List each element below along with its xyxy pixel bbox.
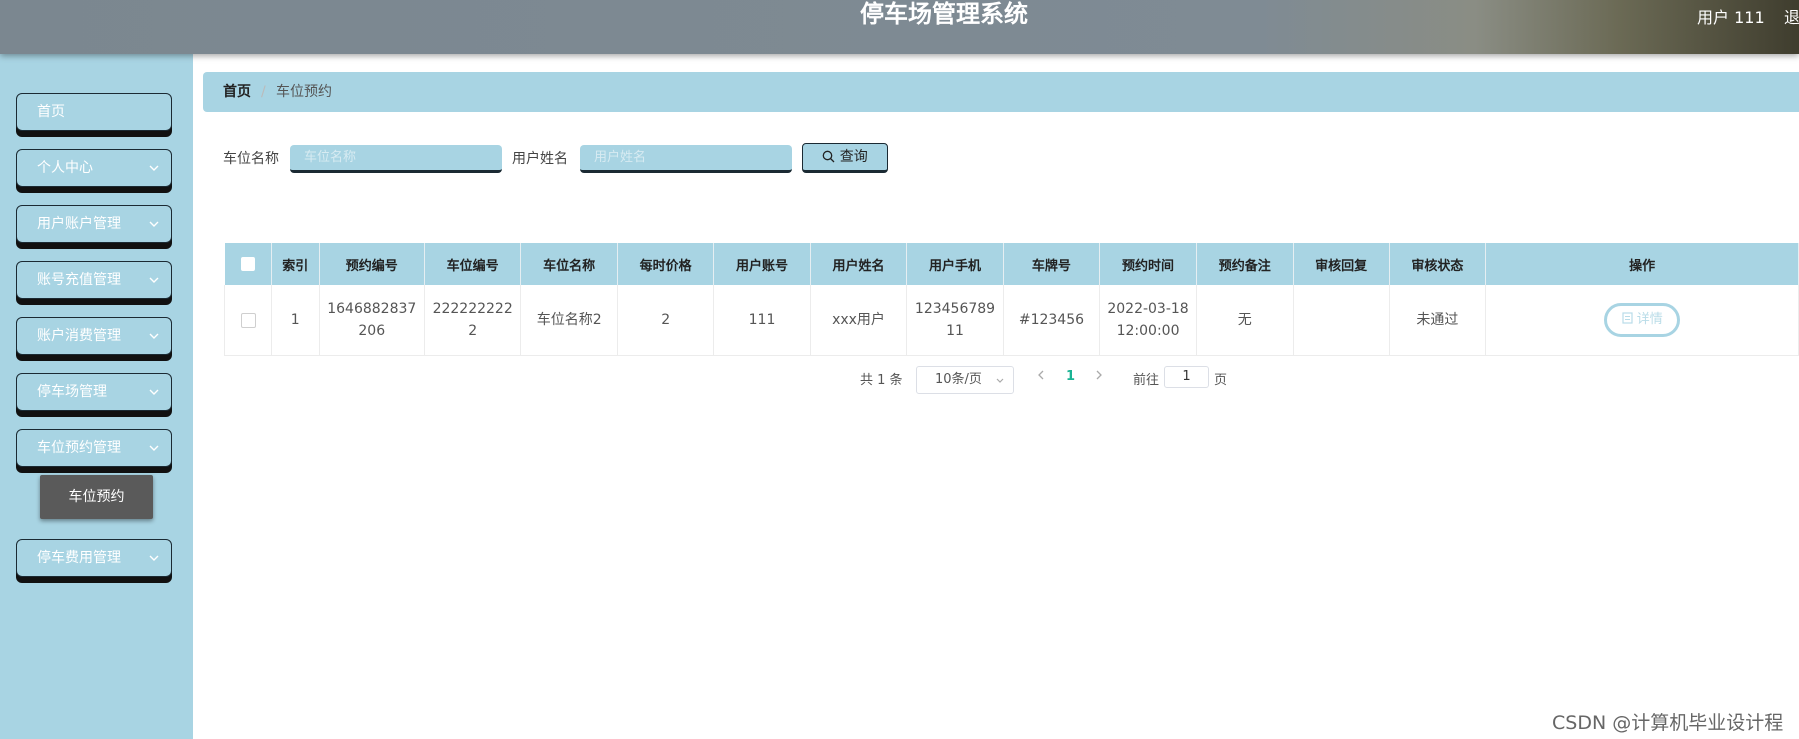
document-icon [1621,312,1633,324]
column-header: 审核状态 [1389,243,1487,285]
cell-status: 未通过 [1389,285,1487,356]
page-number-current[interactable]: 1 [1066,369,1075,384]
next-page-icon[interactable] [1094,369,1104,381]
chevron-down-icon [149,555,159,561]
chevron-down-icon [149,221,159,227]
column-header: 用户姓名 [810,243,908,285]
column-header: 预约时间 [1099,243,1197,285]
pagination-total: 共 1 条 [860,373,903,388]
column-header: 审核回复 [1293,243,1390,285]
table-header-row: 索引 预约编号 车位编号 车位名称 每时价格 用户账号 用户姓名 用户手机 车牌… [224,243,1799,285]
cell-space-no: 2222222222 [424,285,522,356]
user-name-input[interactable] [580,145,792,173]
search-button[interactable]: 查询 [802,143,888,173]
cell-action: 详情 [1485,285,1799,356]
column-header: 车位名称 [520,243,619,285]
sidebar-item-label: 账号充值管理 [37,272,121,288]
top-header: 停车场管理系统 用户 111 退出 [0,0,1799,54]
page-size-select[interactable]: 10条/页 [916,366,1014,394]
sidebar-item-label: 停车场管理 [37,384,107,400]
cell-account: 111 [713,285,811,356]
page-size-value: 10条/页 [935,372,982,387]
row-checkbox[interactable] [240,312,256,328]
chevron-down-icon [149,165,159,171]
sidebar: 首页 个人中心 用户账户管理 账号充值管理 账户消费管理 停车场管理 车位预约管… [0,54,193,739]
cell-time: 2022-03-18 12:00:00 [1099,285,1197,356]
page-suffix: 页 [1214,373,1228,388]
space-name-input[interactable] [290,145,502,173]
cell-remark: 无 [1196,285,1294,356]
cell-reply [1293,285,1390,356]
column-header: 用户账号 [713,243,811,285]
column-header: 预约编号 [319,243,426,285]
sidebar-item-consumption[interactable]: 账户消费管理 [16,317,172,355]
sidebar-item-label: 个人中心 [37,160,93,176]
sidebar-item-label: 车位预约管理 [37,440,121,456]
sidebar-item-label: 用户账户管理 [37,216,121,232]
sidebar-item-label: 停车费用管理 [37,550,121,566]
sidebar-item-user-accounts[interactable]: 用户账户管理 [16,205,172,243]
breadcrumb-home[interactable]: 首页 [223,72,251,112]
row-select-cell [223,285,273,356]
chevron-down-icon [149,277,159,283]
cell-space-name: 车位名称2 [520,285,619,356]
goto-label: 前往 [1133,373,1160,388]
column-header: 操作 [1485,243,1799,285]
user-name-label: 用户姓名 [512,151,568,167]
sidebar-item-reservation-mgmt[interactable]: 车位预约管理 [16,429,172,467]
column-header: 每时价格 [617,243,715,285]
logout-link[interactable]: 退出 [1784,4,1799,28]
breadcrumb-current: 车位预约 [276,84,332,100]
column-header: 车位编号 [424,243,522,285]
column-header: 预约备注 [1196,243,1294,285]
cell-booking-no: 1646882837206 [319,285,426,356]
chevron-down-icon [996,378,1004,383]
app-title: 停车场管理系统 [860,0,1028,28]
select-all-checkbox[interactable] [240,257,255,271]
sidebar-item-recharge[interactable]: 账号充值管理 [16,261,172,299]
cell-price: 2 [617,285,715,356]
sidebar-item-parking-lot[interactable]: 停车场管理 [16,373,172,411]
cell-plate: #123456 [1003,285,1101,356]
breadcrumb: 首页 / 车位预约 [203,72,1799,112]
chevron-down-icon [149,389,159,395]
search-icon [822,150,835,163]
cell-index: 1 [271,285,320,356]
detail-button-label: 详情 [1636,312,1663,327]
select-all-cell [224,243,273,285]
sidebar-item-label: 账户消费管理 [37,328,121,344]
space-name-label: 车位名称 [223,151,279,167]
column-header: 车牌号 [1003,243,1101,285]
column-header: 索引 [271,243,320,285]
sidebar-item-label: 首页 [37,104,65,120]
reservation-table: 索引 预约编号 车位编号 车位名称 每时价格 用户账号 用户姓名 用户手机 车牌… [223,243,1799,356]
breadcrumb-separator: / [261,84,266,100]
table-row: 1 1646882837206 2222222222 车位名称2 2 111 x… [223,285,1799,356]
chevron-down-icon [149,333,159,339]
goto-page-input[interactable]: 1 [1164,366,1209,388]
cell-user-name: xxx用户 [810,285,908,356]
detail-button[interactable]: 详情 [1604,303,1681,337]
watermark: CSDN @计算机毕业设计程 [1552,712,1784,734]
column-header: 用户手机 [906,243,1004,285]
sidebar-item-home[interactable]: 首页 [16,93,172,131]
search-button-label: 查询 [839,149,868,165]
chevron-down-icon [149,445,159,451]
prev-page-icon[interactable] [1036,369,1046,381]
sidebar-item-parking-fees[interactable]: 停车费用管理 [16,539,172,577]
sidebar-item-personal-center[interactable]: 个人中心 [16,149,172,187]
cell-phone: 12345678911 [906,285,1004,356]
sidebar-subitem-reservation[interactable]: 车位预约 [40,475,153,519]
current-user-label: 用户 111 [1697,8,1765,27]
